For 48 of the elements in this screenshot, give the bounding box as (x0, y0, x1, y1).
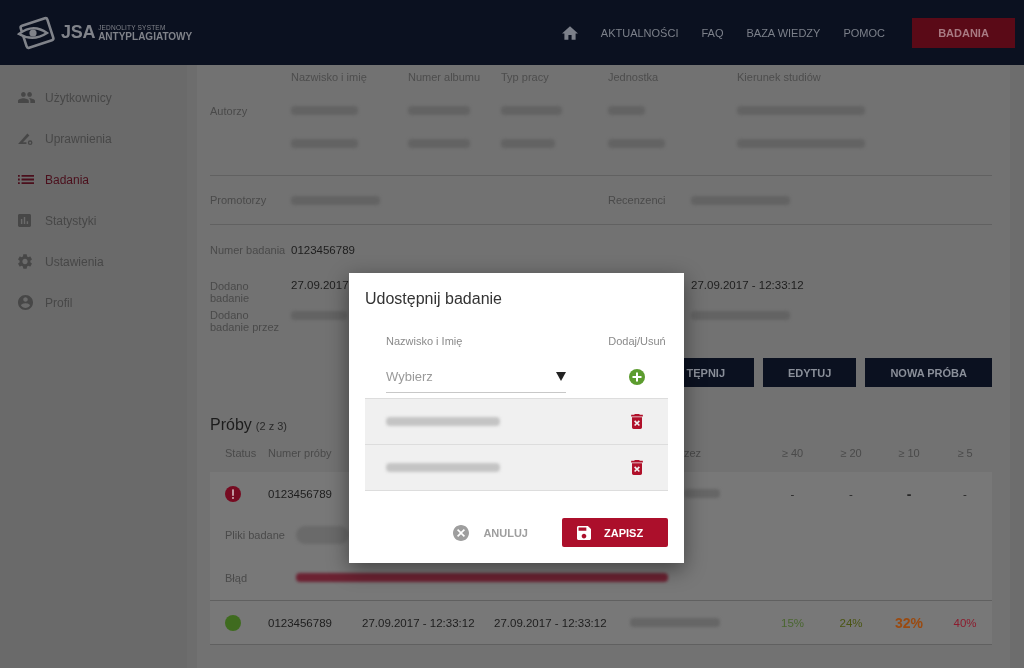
nav-link[interactable]: FAQ (701, 26, 724, 39)
score-cell: - (849, 487, 853, 500)
dialog-title: Udostępnij badanie (365, 289, 502, 309)
bar-chart-icon (18, 214, 31, 227)
caret-icon[interactable] (556, 372, 566, 381)
score-cell: 32% (895, 614, 923, 631)
save-icon (577, 525, 591, 540)
people-icon (18, 92, 35, 103)
score-cell: 15% (781, 616, 804, 629)
trash-icon[interactable] (631, 414, 643, 429)
nav-link[interactable]: BAZA WIEDZY (746, 26, 821, 39)
trash-icon[interactable] (631, 460, 643, 475)
home-icon[interactable] (561, 25, 578, 40)
save-button[interactable]: ZAPISZ (562, 518, 668, 547)
table-row[interactable]: 0123456789 27.09.2017 - 12:33:12 27.09.2017 - 12:33:12 15% 24% 32% 40% (210, 601, 992, 645)
field-value: 0123456789 (291, 243, 355, 257)
nav-link[interactable]: POMOC (843, 26, 885, 39)
column-header: Nazwisko i Imię (386, 334, 463, 348)
score-cell: - (790, 487, 795, 500)
field-value: 27.09.2017 (291, 278, 349, 292)
cancel-button[interactable]: ANULUJ (453, 524, 528, 541)
table-cell: 27.09.2017 - 12:33:12 (494, 616, 607, 629)
count-text: (2 z 3) (255, 420, 287, 432)
action-button[interactable]: NOWA PRÓBA (865, 358, 992, 387)
logo-text: JSA (61, 22, 96, 43)
add-icon[interactable] (629, 369, 645, 385)
header-action-button[interactable]: BADANIA (912, 17, 1015, 48)
user-icon (18, 295, 33, 310)
table-cell: 0123456789 (268, 616, 332, 629)
eye-logo-icon (16, 14, 58, 51)
sidebar-item[interactable]: Badania (0, 159, 187, 200)
logo-subtitle: ANTYPLAGIATOWY (98, 31, 193, 42)
nav-link[interactable]: AKTUALNOŚCI (600, 26, 679, 39)
pen-icon (18, 132, 33, 145)
table-cell: 0123456789 (268, 487, 332, 500)
score-cell: 40% (953, 616, 977, 629)
close-icon (453, 524, 470, 541)
settings-icon (18, 254, 32, 269)
score-cell: - (963, 487, 967, 500)
score-cell: - (906, 485, 912, 502)
section-title: Próby (210, 415, 252, 434)
score-cell: 24% (839, 616, 863, 629)
table-cell: 27.09.2017 - 12:33:12 (362, 616, 475, 629)
list-icon (18, 175, 34, 184)
action-button[interactable]: TĘPNIJ (682, 358, 754, 387)
action-button[interactable]: EDYTUJ (763, 358, 857, 387)
column-header: Dodaj/Usuń (608, 334, 666, 348)
field-value: 27.09.2017 - 12:33:12 (691, 278, 804, 292)
